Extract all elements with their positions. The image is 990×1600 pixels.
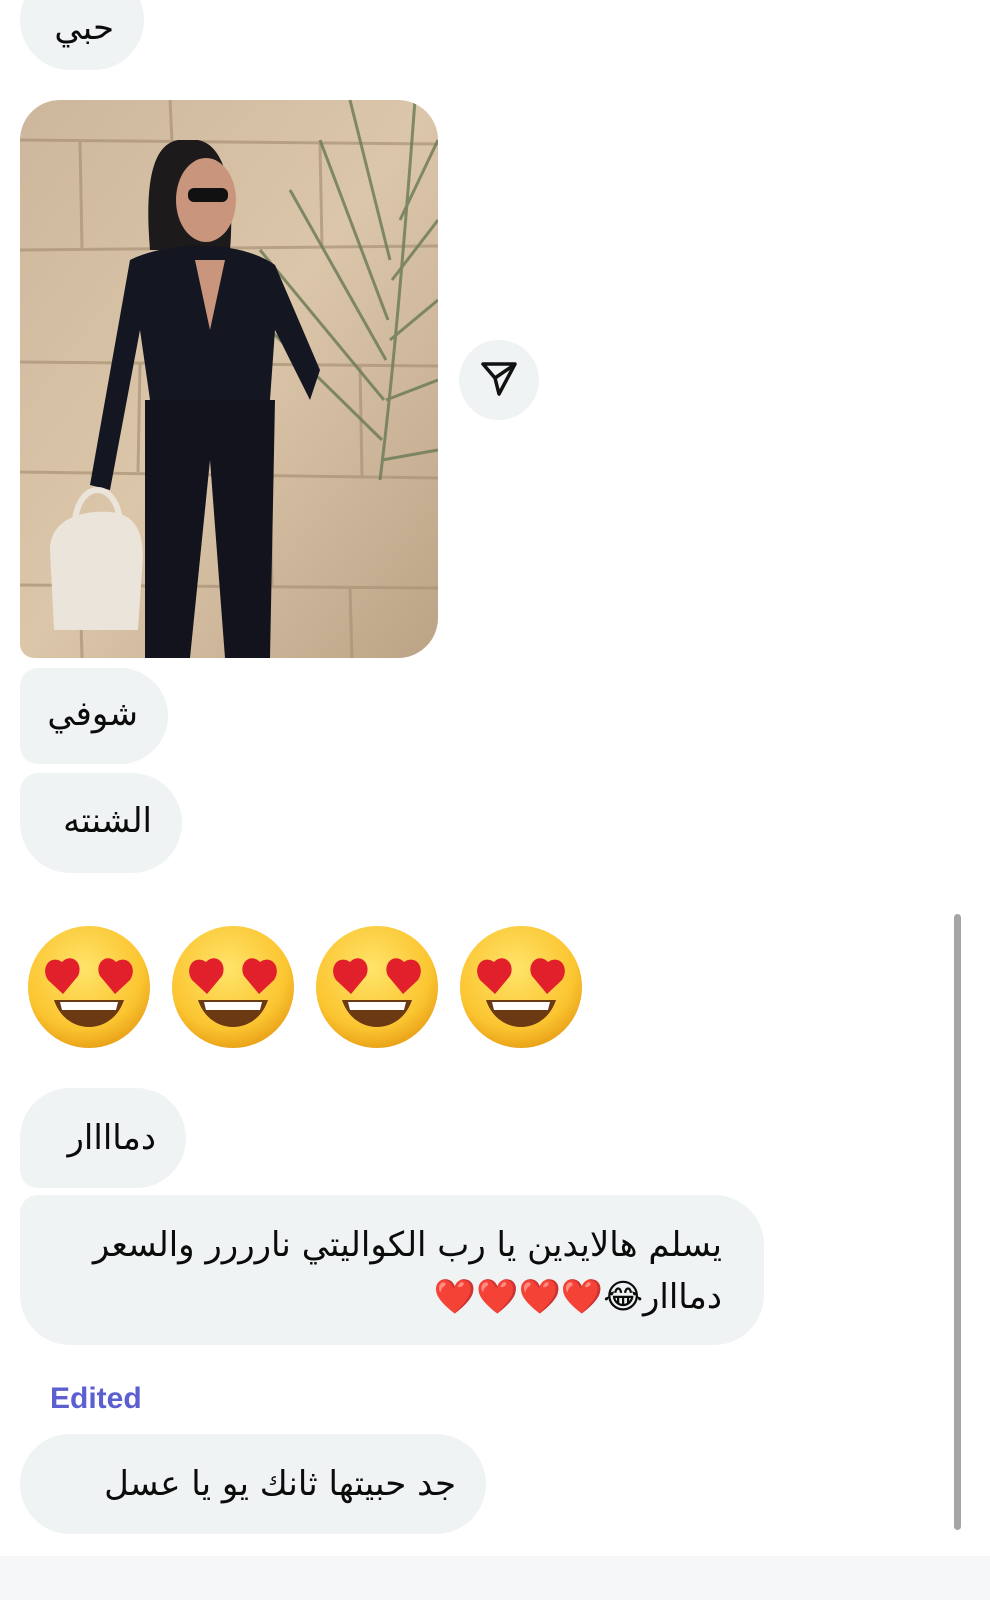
paper-plane-icon (479, 358, 519, 402)
heart-eyes-emoji (460, 926, 582, 1048)
message-bubble[interactable]: شوفي (20, 668, 168, 764)
share-button[interactable] (459, 340, 539, 420)
heart-eyes-emoji (28, 926, 150, 1048)
message-bubble[interactable]: يسلم هالايدين يا رب الكواليتي نارررر وال… (20, 1195, 764, 1345)
message-bubble[interactable]: جد حبيتها ثانك يو يا عسل (20, 1434, 486, 1534)
heart-eyes-emoji (172, 926, 294, 1048)
message-bubble[interactable]: دماااار (20, 1088, 186, 1188)
shared-photo[interactable] (20, 100, 438, 658)
message-text: شوفي (47, 694, 138, 734)
photo-image (20, 100, 438, 658)
message-text: جد حبيتها ثانك يو يا عسل (104, 1464, 456, 1504)
message-text-line: دمااار😂❤️❤️❤️❤️ (433, 1277, 722, 1317)
scrollbar[interactable] (954, 914, 961, 1530)
message-bubble[interactable]: حبي (20, 0, 144, 70)
message-text-line: يسلم هالايدين يا رب الكواليتي نارررر وال… (92, 1225, 722, 1265)
heart-eyes-emoji (316, 926, 438, 1048)
message-text: دماااار (67, 1118, 156, 1158)
message-text: الشنته (63, 801, 152, 841)
edited-label: Edited (50, 1382, 142, 1415)
message-bubble[interactable]: الشنته (20, 773, 182, 873)
composer-bar-edge (0, 1556, 990, 1600)
message-text: حبي (54, 8, 114, 48)
